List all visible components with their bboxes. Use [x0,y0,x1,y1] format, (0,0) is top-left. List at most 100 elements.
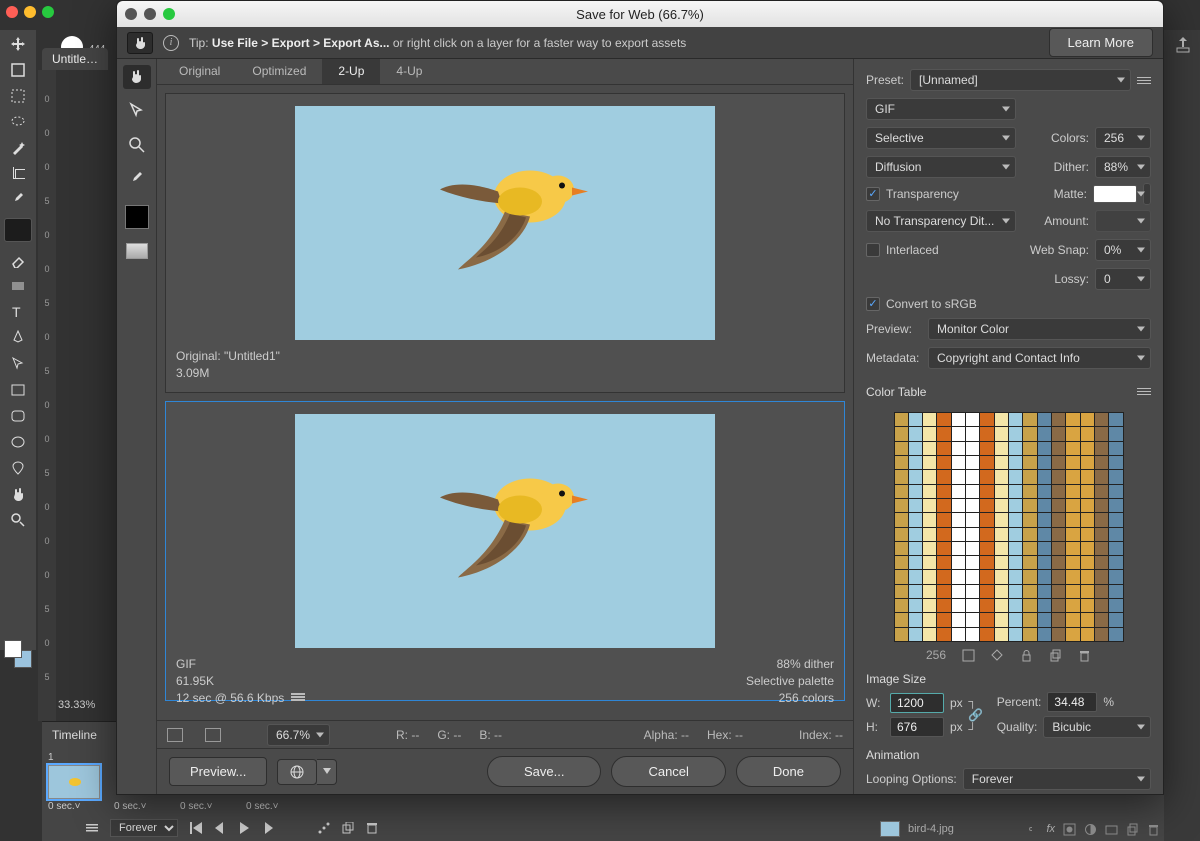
swatch[interactable] [1009,542,1022,555]
swatch[interactable] [1052,556,1065,569]
swatch[interactable] [1109,456,1122,469]
swatch[interactable] [1066,513,1079,526]
eyedropper-tool[interactable] [123,167,151,191]
swatch[interactable] [895,470,908,483]
swatch[interactable] [1009,456,1022,469]
swatch[interactable] [1023,528,1036,541]
slice-select-tool[interactable] [123,99,151,123]
swatch[interactable] [1009,599,1022,612]
ct-map-icon[interactable] [991,649,1004,662]
swatch[interactable] [1052,599,1065,612]
metadata-select[interactable]: Copyright and Contact Info [928,347,1151,369]
done-button[interactable]: Done [736,756,841,787]
swatch[interactable] [952,570,965,583]
swatch[interactable] [1066,585,1079,598]
swatch[interactable] [995,613,1008,626]
swatch[interactable] [923,456,936,469]
srgb-checkbox[interactable] [866,297,880,311]
swatch[interactable] [1009,499,1022,512]
color-table[interactable] [894,412,1124,642]
swatch[interactable] [980,456,993,469]
swatch[interactable] [1009,570,1022,583]
swatch[interactable] [1095,528,1108,541]
swatch[interactable] [980,427,993,440]
ct-trash-icon[interactable] [1078,649,1091,662]
swatch[interactable] [966,585,979,598]
swatch[interactable] [1023,456,1036,469]
swatch[interactable] [937,470,950,483]
swatch[interactable] [995,485,1008,498]
swatch[interactable] [1038,528,1051,541]
swatch[interactable] [980,628,993,641]
frame-4[interactable]: 0 sec.˅ [246,799,298,812]
swatch[interactable] [1038,442,1051,455]
swatch[interactable] [1038,542,1051,555]
swatch[interactable] [895,613,908,626]
dither-amount[interactable]: 88% [1095,156,1151,178]
eraser-tool-icon[interactable] [10,252,26,268]
play-icon[interactable] [238,822,250,834]
save-button[interactable]: Save... [487,756,601,787]
percent-input[interactable] [1047,692,1097,712]
swatch[interactable] [966,456,979,469]
group-icon[interactable] [1105,823,1118,836]
swatch[interactable] [1109,513,1122,526]
swatch[interactable] [909,470,922,483]
marquee-tool-icon[interactable] [10,88,26,104]
swatch[interactable] [937,485,950,498]
zoom-tool[interactable] [123,133,151,157]
layer-thumb[interactable] [880,821,900,837]
swatch[interactable] [923,585,936,598]
foreground-background-colors[interactable] [4,640,32,668]
swatch[interactable] [952,485,965,498]
swatch[interactable] [1038,470,1051,483]
swatch[interactable] [1023,499,1036,512]
swatch[interactable] [1095,628,1108,641]
preview-menu-icon[interactable] [291,692,305,702]
learn-more-button[interactable]: Learn More [1049,28,1153,57]
swatch[interactable] [966,485,979,498]
preview-select[interactable]: Monitor Color [928,318,1151,340]
swatch[interactable] [1023,599,1036,612]
swatch[interactable] [1052,528,1065,541]
swatch[interactable] [1038,456,1051,469]
swatch[interactable] [1109,570,1122,583]
swatch[interactable] [923,570,936,583]
swatch[interactable] [1052,442,1065,455]
swatch[interactable] [1052,628,1065,641]
fx-icon[interactable]: fx [1046,823,1055,835]
swatch[interactable] [1109,427,1122,440]
swatch[interactable] [1023,628,1036,641]
swatch[interactable] [1023,413,1036,426]
swatch[interactable] [1023,442,1036,455]
swatch[interactable] [1038,499,1051,512]
swatch[interactable] [952,499,965,512]
foreground-color-swatch[interactable] [4,640,22,658]
swatch[interactable] [1052,456,1065,469]
swatch[interactable] [1081,499,1094,512]
transparency-dither-select[interactable]: No Transparency Dit... [866,210,1016,232]
swatch[interactable] [1066,570,1079,583]
swatch[interactable] [995,570,1008,583]
transparency-checkbox[interactable] [866,187,880,201]
document-tab[interactable]: Untitle… [42,48,108,70]
swatch[interactable] [1095,570,1108,583]
swatch[interactable] [1081,528,1094,541]
swatch[interactable] [1095,556,1108,569]
dialog-close-icon[interactable] [125,8,137,20]
swatch[interactable] [895,542,908,555]
loop-select[interactable]: Forever [110,819,178,837]
swatch[interactable] [1109,585,1122,598]
swatch[interactable] [1009,513,1022,526]
zoom-select[interactable]: 66.7% [267,724,330,746]
frame-1[interactable]: 1 0 sec.˅ [48,752,100,812]
swatch[interactable] [1038,427,1051,440]
swatch[interactable] [1023,570,1036,583]
swatch[interactable] [980,613,993,626]
swatch[interactable] [923,427,936,440]
swatch[interactable] [937,442,950,455]
swatch[interactable] [1023,513,1036,526]
swatch[interactable] [895,585,908,598]
swatch[interactable] [1009,485,1022,498]
swatch[interactable] [952,456,965,469]
